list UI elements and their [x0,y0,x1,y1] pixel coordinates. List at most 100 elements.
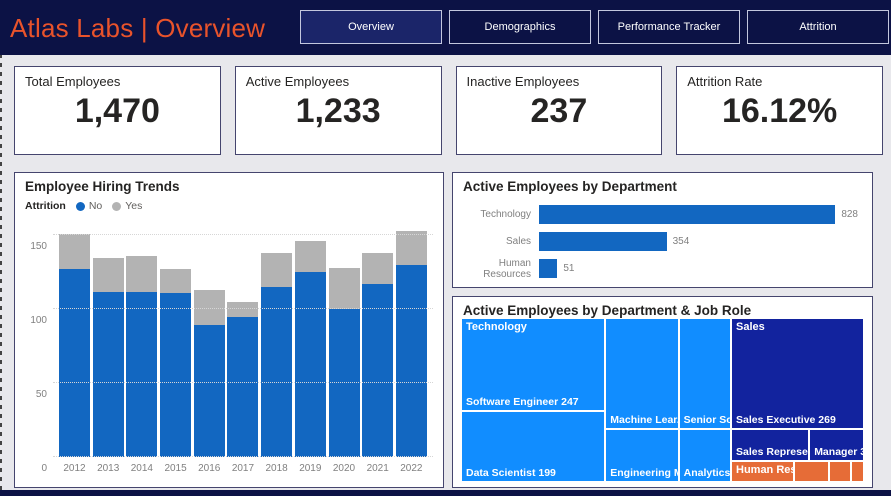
legend-item-no[interactable]: No [75,200,102,212]
x-axis-label: 2013 [97,463,120,474]
tab-overview[interactable]: Overview [300,10,442,44]
dept-bar-technology[interactable] [539,205,836,224]
dept-bar-human-resources[interactable] [539,259,558,278]
treemap-group-label: Human Resources [736,464,793,477]
kpi-label: Attrition Rate [687,74,763,89]
x-axis-label: 2021 [366,463,389,474]
header: Atlas Labs | Overview Overview Demographi… [0,0,891,55]
treemap-cell-label: Engineering Ma... [610,466,677,479]
bar-segment-yes[interactable] [362,253,394,285]
bar-2012[interactable] [59,225,90,457]
treemap-cell-label: Data Scientist 199 [466,466,556,479]
x-axis-label: 2014 [130,463,153,474]
treemap-cell-data-scientist-199[interactable]: Data Scientist 199 [461,411,606,482]
legend-dot-icon [75,201,85,211]
treemap-cell-engineering-ma[interactable]: Engineering Ma... [605,429,679,482]
x-axis-label: 2015 [164,463,187,474]
tab-attrition[interactable]: Attrition [747,10,889,44]
kpi-card-active-employees: Active Employees 1,233 [234,66,442,155]
dept-bar-value: 828 [841,209,858,220]
dept-row-sales: Sales 354 [453,231,858,252]
bar-segment-yes[interactable] [126,256,158,292]
bar-segment-yes[interactable] [92,257,124,292]
dept-row-technology: Technology 828 [453,204,858,225]
kpi-value: 16.12% [721,92,838,130]
treemap-cell-label: Sales Representat... [736,446,808,459]
bar-segment-yes[interactable] [261,253,293,288]
bar-segment-no[interactable] [193,325,225,457]
bar-2022[interactable] [395,225,427,457]
treemap-cell-human-resources[interactable] [828,461,852,482]
kpi-value: 1,233 [295,92,381,130]
gridline: 100 [30,308,433,326]
kpi-row: Total Employees 1,470 Active Employees 1,23… [14,66,883,155]
bar-2016[interactable] [193,225,225,457]
treemap-cell-human-resources[interactable]: Human Resources [731,461,794,482]
nav-tabs: Overview Demographics Performance Tracker A… [300,10,889,44]
treemap-cell-sales-representat[interactable]: Sales Representat... [731,429,810,462]
dept-bar-track: 51 [539,259,858,278]
dept-bar-sales[interactable] [539,232,667,251]
bar-segment-yes[interactable] [160,269,192,293]
tab-demographics[interactable]: Demographics [449,10,591,44]
bar-2015[interactable] [160,225,192,457]
legend-dot-icon [112,201,122,211]
x-axis-label: 2020 [332,463,356,474]
x-axis-label: 2012 [63,463,86,474]
bar-segment-no[interactable] [126,291,158,457]
bar-2014[interactable] [126,225,158,457]
treemap-cell-senior-softw[interactable]: Senior Softw... [678,318,731,430]
bar-2020[interactable] [328,225,360,457]
bar-segment-no[interactable] [395,264,427,457]
treemap-panel: Active Employees by Department & Job Rol… [452,296,873,488]
bottom-bar [0,490,891,496]
hiring-trends-title: Employee Hiring Trends [25,179,180,194]
treemap-cell-analytics[interactable]: Analytics ... [678,429,731,482]
bar-segment-no[interactable] [227,316,259,457]
bar-segment-no[interactable] [160,292,192,457]
page-title: Atlas Labs | Overview [10,13,266,43]
legend-label: Yes [125,200,143,212]
legend-title: Attrition [25,200,66,212]
bar-segment-no[interactable] [261,287,293,457]
bar-segment-yes[interactable] [328,267,360,310]
treemap-cell-machine-lear[interactable]: Machine Lear... [605,318,679,430]
kpi-label: Inactive Employees [466,74,580,89]
kpi-card-total-employees: Total Employees 1,470 [14,66,221,155]
bar-segment-no[interactable] [294,272,326,457]
treemap-title: Active Employees by Department & Job Rol… [463,303,752,318]
bar-segment-yes[interactable] [395,230,427,265]
treemap-cell-manager-35[interactable]: Manager 35 [809,429,864,462]
treemap-area: Technology Software Engineer 247 Data Scie… [461,318,864,482]
bar-2019[interactable] [294,225,326,457]
hiring-trends-legend: Attrition No Yes [25,200,142,212]
bar-segment-no[interactable] [59,269,90,457]
legend-item-yes[interactable]: Yes [112,200,142,212]
hiring-trends-x-axis: 2012 2013 2014 2015 2016 2017 2018 2019 2020 2021… [55,463,431,474]
y-axis-tick: 0 [41,463,47,474]
dashboard-canvas: Atlas Labs | Overview Overview Demographi… [0,0,891,496]
y-axis-tick: 150 [30,241,47,253]
treemap-cell-sales-executive-269[interactable]: Sales Sales Executive 269 [731,318,864,430]
treemap-cell-software-engineer-247[interactable]: Technology Software Engineer 247 [461,318,606,412]
bar-2018[interactable] [261,225,293,457]
bar-2017[interactable] [227,225,259,457]
department-bar-rows: Technology 828 Sales 354 Human Resources 51 [453,204,872,280]
department-bar-title: Active Employees by Department [463,179,677,194]
x-axis-label: 2016 [198,463,221,474]
treemap-cell-label: Senior Softw... [683,414,730,427]
dept-bar-track: 354 [539,232,858,251]
treemap-cell-human-resources[interactable] [793,461,829,482]
bar-2021[interactable] [362,225,394,457]
bar-2013[interactable] [92,225,124,457]
treemap-cell-label: Software Engineer 247 [466,396,579,409]
dept-category-label: Technology [480,209,531,220]
bar-segment-yes[interactable] [227,301,259,317]
treemap-group-label: Sales [736,321,765,333]
bar-segment-yes[interactable] [59,233,90,270]
bar-segment-no[interactable] [362,284,394,457]
tab-performance-tracker[interactable]: Performance Tracker [598,10,740,44]
bar-segment-yes[interactable] [294,241,326,273]
treemap-cell-human-resources[interactable] [851,461,864,482]
bar-segment-no[interactable] [92,291,124,457]
